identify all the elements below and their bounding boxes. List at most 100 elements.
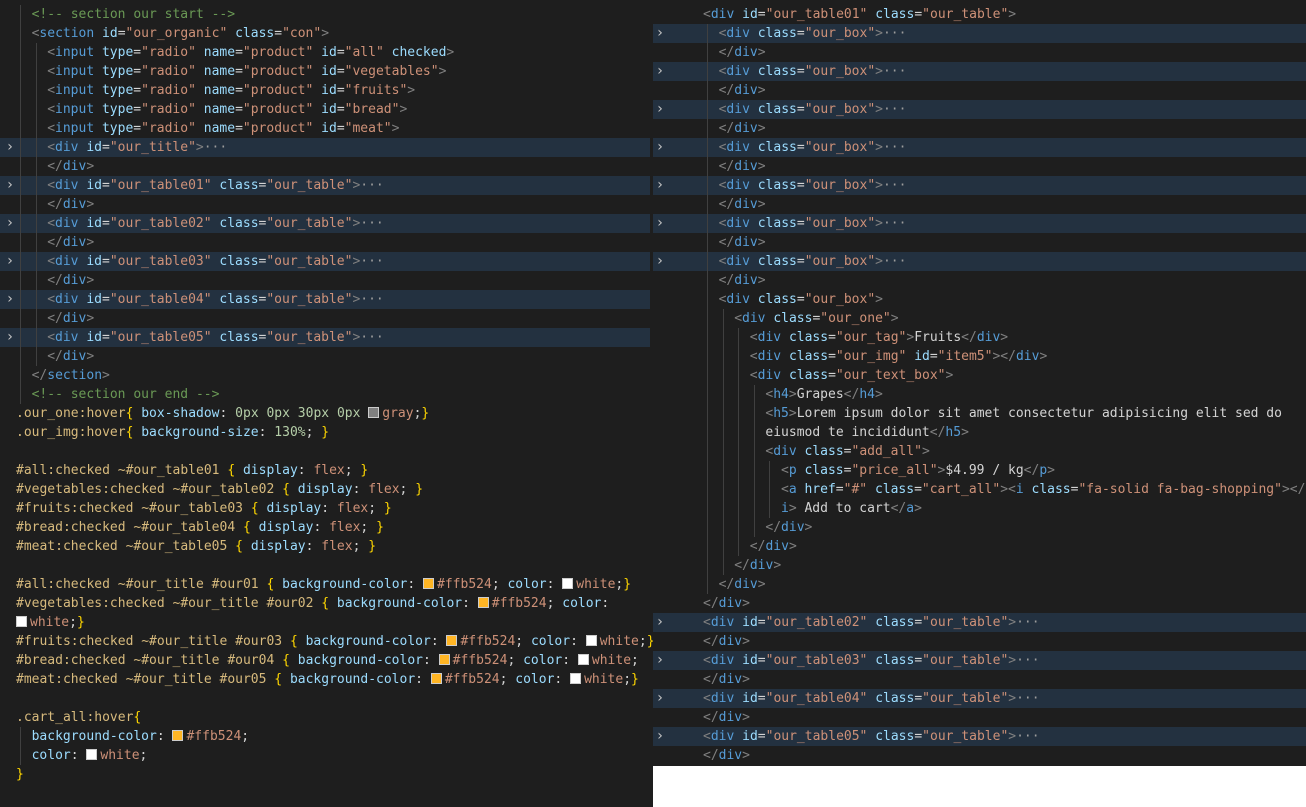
fold-ellipsis-icon[interactable]: ··· bbox=[883, 102, 906, 117]
code-line[interactable]: .our_one:hover{ box-shadow: 0px 0px 30px… bbox=[0, 404, 653, 423]
fold-ellipsis-icon[interactable]: ··· bbox=[883, 26, 906, 41]
code-line[interactable]: #bread:checked ~#our_title #our04 { back… bbox=[0, 651, 653, 670]
left-editor-pane[interactable]: <!-- section our start --> <section id="o… bbox=[0, 0, 653, 807]
color-swatch-icon[interactable] bbox=[446, 635, 458, 646]
code-line[interactable]: <div id="our_table02" class="our_table">… bbox=[653, 613, 1306, 632]
code-line[interactable]: </section> bbox=[0, 366, 653, 385]
code-line[interactable]: </div> bbox=[0, 309, 653, 328]
code-line[interactable]: #fruits:checked ~#our_table03 { display:… bbox=[0, 499, 653, 518]
code-line[interactable]: i> Add to cart</a> bbox=[653, 499, 1306, 518]
fold-chevron-icon[interactable]: › bbox=[653, 689, 667, 708]
code-line[interactable]: .our_img:hover{ background-size: 130%; } bbox=[0, 423, 653, 442]
code-line[interactable] bbox=[0, 556, 653, 575]
code-line[interactable]: <div class="our_box">··· bbox=[653, 252, 1306, 271]
code-line[interactable]: <div class="our_img" id="item5"></div> bbox=[653, 347, 1306, 366]
code-line[interactable]: <div id="our_table03" class="our_table">… bbox=[0, 252, 650, 271]
code-line[interactable]: <h4>Grapes</h4> bbox=[653, 385, 1306, 404]
code-line[interactable]: </div> bbox=[0, 271, 653, 290]
fold-chevron-icon[interactable]: › bbox=[3, 328, 17, 347]
code-line[interactable]: </div> bbox=[653, 537, 1306, 556]
fold-chevron-icon[interactable]: › bbox=[3, 214, 17, 233]
code-line[interactable]: </div> bbox=[653, 195, 1306, 214]
fold-chevron-icon[interactable]: › bbox=[653, 613, 667, 632]
color-swatch-icon[interactable] bbox=[477, 597, 489, 608]
fold-chevron-icon[interactable]: › bbox=[3, 176, 17, 195]
color-swatch-icon[interactable] bbox=[16, 616, 27, 627]
code-line[interactable]: </div> bbox=[653, 271, 1306, 290]
code-line[interactable]: <input type="radio" name="product" id="a… bbox=[0, 43, 653, 62]
code-line[interactable]: #vegetables:checked ~#our_table02 { disp… bbox=[0, 480, 653, 499]
fold-ellipsis-icon[interactable]: ··· bbox=[360, 330, 383, 345]
code-line[interactable]: </div> bbox=[653, 632, 1306, 651]
code-line[interactable]: </div> bbox=[0, 233, 653, 252]
code-line[interactable]: <section id="our_organic" class="con"> bbox=[0, 24, 653, 43]
code-line[interactable]: <div id="our_table05" class="our_table">… bbox=[0, 328, 650, 347]
code-line[interactable]: </div> bbox=[653, 575, 1306, 594]
code-line[interactable]: </div> bbox=[0, 195, 653, 214]
color-swatch-icon[interactable] bbox=[430, 673, 442, 684]
fold-ellipsis-icon[interactable]: ··· bbox=[360, 178, 383, 193]
code-line[interactable]: </div> bbox=[0, 157, 653, 176]
color-swatch-icon[interactable] bbox=[562, 578, 574, 589]
code-line[interactable]: </div> bbox=[653, 119, 1306, 138]
code-line[interactable]: <!-- section our start --> bbox=[0, 5, 653, 24]
fold-ellipsis-icon[interactable]: ··· bbox=[883, 140, 906, 155]
code-line[interactable]: <h5>Lorem ipsum dolor sit amet consectet… bbox=[653, 404, 1306, 423]
code-line[interactable]: <div class="our_box">··· bbox=[653, 176, 1306, 195]
code-line[interactable]: </div> bbox=[653, 518, 1306, 537]
code-line[interactable]: } bbox=[0, 765, 653, 784]
code-line[interactable] bbox=[0, 689, 653, 708]
code-line[interactable]: </div> bbox=[653, 746, 1306, 765]
code-line[interactable] bbox=[0, 442, 653, 461]
code-line[interactable]: <div id="our_table05" class="our_table">… bbox=[653, 727, 1306, 746]
code-line[interactable]: <div class="our_box">··· bbox=[653, 100, 1306, 119]
fold-chevron-icon[interactable]: › bbox=[653, 727, 667, 746]
fold-ellipsis-icon[interactable]: ··· bbox=[360, 254, 383, 269]
code-line[interactable]: <div class="our_one"> bbox=[653, 309, 1306, 328]
fold-chevron-icon[interactable]: › bbox=[3, 252, 17, 271]
code-line[interactable]: </div> bbox=[653, 43, 1306, 62]
code-line[interactable]: </div> bbox=[653, 670, 1306, 689]
code-line[interactable]: </div> bbox=[653, 157, 1306, 176]
fold-ellipsis-icon[interactable]: ··· bbox=[883, 178, 906, 193]
fold-ellipsis-icon[interactable]: ··· bbox=[1016, 653, 1039, 668]
fold-ellipsis-icon[interactable]: ··· bbox=[883, 216, 906, 231]
code-line[interactable]: white;} bbox=[0, 613, 653, 632]
fold-chevron-icon[interactable]: › bbox=[653, 62, 667, 81]
code-line[interactable]: eiusmod te incididunt</h5> bbox=[653, 423, 1306, 442]
code-line[interactable]: <div class="our_box">··· bbox=[653, 138, 1306, 157]
fold-chevron-icon[interactable]: › bbox=[653, 100, 667, 119]
code-line[interactable]: #all:checked ~#our_title #our01 { backgr… bbox=[0, 575, 653, 594]
code-line[interactable]: <div class="our_box"> bbox=[653, 290, 1306, 309]
code-line[interactable]: </div> bbox=[653, 708, 1306, 727]
code-line[interactable]: <div id="our_table03" class="our_table">… bbox=[653, 651, 1306, 670]
code-line[interactable]: <input type="radio" name="product" id="m… bbox=[0, 119, 653, 138]
fold-chevron-icon[interactable]: › bbox=[653, 252, 667, 271]
color-swatch-icon[interactable] bbox=[577, 654, 589, 665]
code-line[interactable]: <input type="radio" name="product" id="v… bbox=[0, 62, 653, 81]
code-line[interactable]: </div> bbox=[653, 594, 1306, 613]
code-line[interactable]: <div id="our_table02" class="our_table">… bbox=[0, 214, 650, 233]
code-line[interactable]: <div id="our_table01" class="our_table"> bbox=[653, 5, 1306, 24]
code-line[interactable]: #meat:checked ~#our_table05 { display: f… bbox=[0, 537, 653, 556]
fold-ellipsis-icon[interactable]: ··· bbox=[1016, 691, 1039, 706]
fold-ellipsis-icon[interactable]: ··· bbox=[204, 140, 227, 155]
code-line[interactable]: <div class="our_box">··· bbox=[653, 24, 1306, 43]
fold-chevron-icon[interactable]: › bbox=[653, 176, 667, 195]
fold-chevron-icon[interactable]: › bbox=[653, 214, 667, 233]
color-swatch-icon[interactable] bbox=[570, 673, 582, 684]
fold-ellipsis-icon[interactable]: ··· bbox=[360, 292, 383, 307]
code-line[interactable]: </div> bbox=[653, 233, 1306, 252]
fold-ellipsis-icon[interactable]: ··· bbox=[883, 254, 906, 269]
fold-ellipsis-icon[interactable]: ··· bbox=[1016, 615, 1039, 630]
code-line[interactable]: <div class="add_all"> bbox=[653, 442, 1306, 461]
color-swatch-icon[interactable] bbox=[86, 749, 98, 760]
fold-chevron-icon[interactable]: › bbox=[653, 651, 667, 670]
fold-chevron-icon[interactable]: › bbox=[3, 290, 17, 309]
code-line[interactable]: <div class="our_box">··· bbox=[653, 214, 1306, 233]
code-line[interactable]: #vegetables:checked ~#our_title #our02 {… bbox=[0, 594, 653, 613]
fold-ellipsis-icon[interactable]: ··· bbox=[883, 64, 906, 79]
code-line[interactable]: <div class="our_box">··· bbox=[653, 62, 1306, 81]
code-line[interactable]: <div id="our_title">··· bbox=[0, 138, 650, 157]
code-line[interactable]: </div> bbox=[653, 556, 1306, 575]
